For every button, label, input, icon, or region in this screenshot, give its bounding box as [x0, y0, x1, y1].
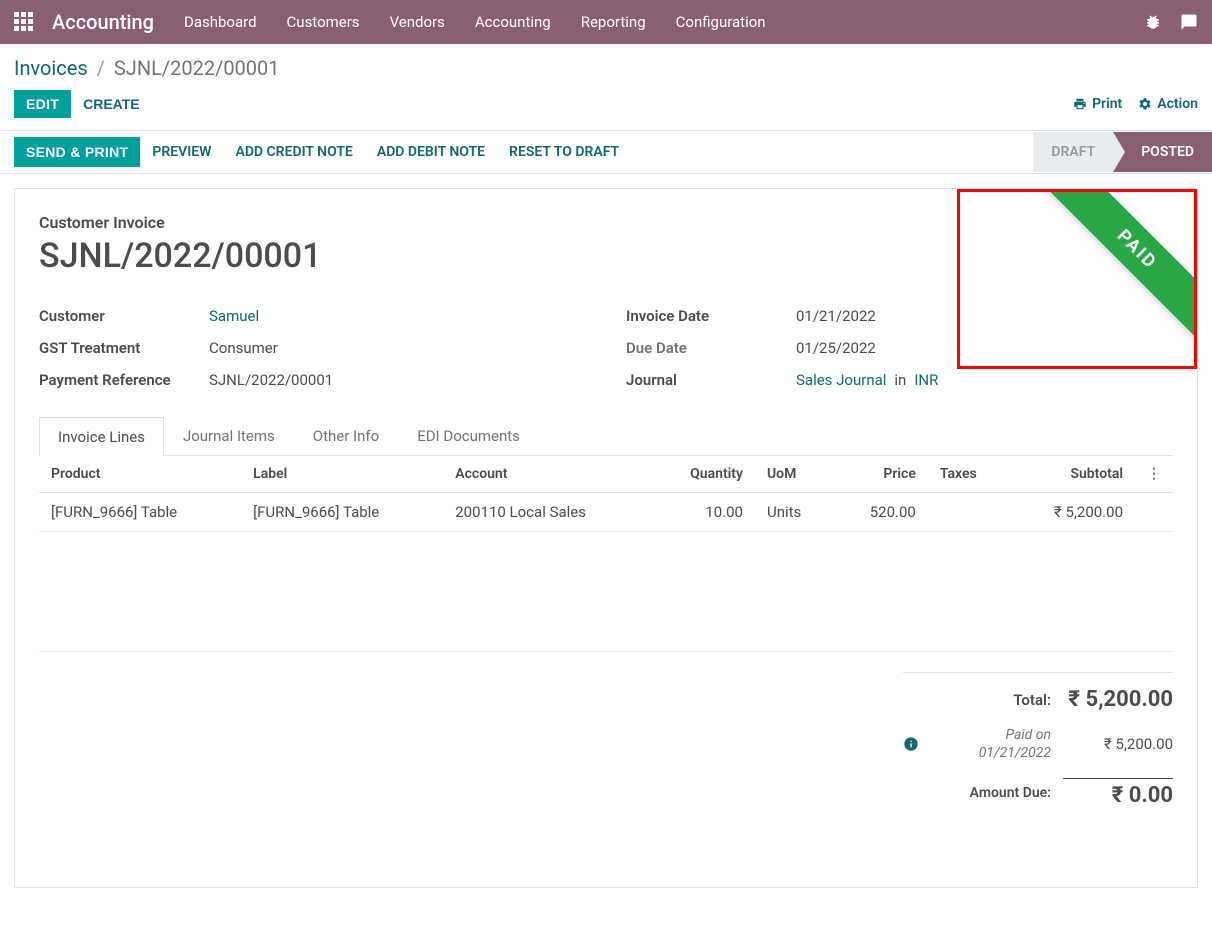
paid-value: ₹ 5,200.00 [1063, 735, 1173, 753]
currency-link[interactable]: INR [914, 371, 938, 389]
highlight-box [957, 189, 1197, 369]
nav-reporting[interactable]: Reporting [581, 13, 646, 31]
top-nav: Accounting Dashboard Customers Vendors A… [0, 0, 1212, 44]
add-debit-note-button[interactable]: Add Debit Note [365, 137, 497, 167]
create-button[interactable]: Create [71, 90, 152, 118]
due-label: Amount Due: [903, 785, 1063, 801]
gear-icon [1138, 97, 1152, 111]
col-taxes: Taxes [928, 456, 1010, 493]
total-value: ₹ 5,200.00 [1063, 687, 1173, 712]
duedate-label: Due Date [626, 339, 796, 357]
reset-to-draft-button[interactable]: Reset to Draft [497, 137, 631, 167]
col-price: Price [833, 456, 927, 493]
payref-value: SJNL/2022/00001 [209, 371, 586, 389]
preview-button[interactable]: Preview [140, 137, 223, 167]
nav-customers[interactable]: Customers [287, 13, 360, 31]
bug-icon[interactable] [1144, 13, 1162, 31]
gst-value: Consumer [209, 339, 586, 357]
col-uom: UoM [755, 456, 834, 493]
nav-vendors[interactable]: Vendors [390, 13, 445, 31]
breadcrumb-current: SJNL/2022/00001 [114, 56, 280, 80]
nav-dashboard[interactable]: Dashboard [184, 13, 257, 31]
tab-journal-items[interactable]: Journal Items [164, 416, 294, 455]
due-value: ₹ 0.00 [1063, 778, 1173, 808]
send-print-button[interactable]: Send & Print [14, 137, 140, 167]
invdate-label: Invoice Date [626, 307, 796, 325]
kebab-icon[interactable]: ⋮ [1135, 456, 1173, 493]
gst-label: GST Treatment [39, 339, 209, 357]
table-row[interactable]: [FURN_9666] Table [FURN_9666] Table 2001… [39, 493, 1173, 532]
total-label: Total: [903, 691, 1063, 709]
print-action[interactable]: Print [1073, 96, 1122, 112]
customer-link[interactable]: Samuel [209, 307, 259, 325]
breadcrumb-root[interactable]: Invoices [14, 56, 88, 80]
nav-accounting[interactable]: Accounting [475, 13, 551, 31]
status-posted[interactable]: POSTED [1113, 132, 1212, 172]
status-draft[interactable]: DRAFT [1033, 132, 1113, 172]
payref-label: Payment Reference [39, 371, 209, 389]
app-title: Accounting [52, 10, 154, 34]
tab-other-info[interactable]: Other Info [294, 416, 398, 455]
edit-button[interactable]: Edit [14, 90, 71, 118]
tab-invoice-lines[interactable]: Invoice Lines [39, 417, 164, 456]
apps-icon[interactable] [14, 12, 34, 32]
col-quantity: Quantity [652, 456, 755, 493]
col-product: Product [39, 456, 241, 493]
col-subtotal: Subtotal [1010, 456, 1135, 493]
invoice-card: PAID Customer Invoice SJNL/2022/00001 Cu… [14, 188, 1198, 888]
chat-icon[interactable] [1180, 13, 1198, 31]
action-dropdown[interactable]: Action [1138, 96, 1198, 112]
paid-label: Paid on01/21/2022 [927, 726, 1063, 762]
customer-label: Customer [39, 307, 209, 325]
invoice-lines-table: Product Label Account Quantity UoM Price… [39, 456, 1173, 652]
col-label: Label [241, 456, 443, 493]
journal-label: Journal [626, 371, 796, 389]
print-icon [1073, 97, 1087, 111]
nav-configuration[interactable]: Configuration [676, 13, 766, 31]
col-account: Account [443, 456, 651, 493]
info-icon[interactable] [903, 736, 919, 752]
breadcrumb: Invoices / SJNL/2022/00001 [14, 56, 1198, 80]
add-credit-note-button[interactable]: Add Credit Note [223, 137, 364, 167]
journal-link[interactable]: Sales Journal [796, 371, 886, 389]
tab-edi-documents[interactable]: EDI Documents [398, 416, 539, 455]
